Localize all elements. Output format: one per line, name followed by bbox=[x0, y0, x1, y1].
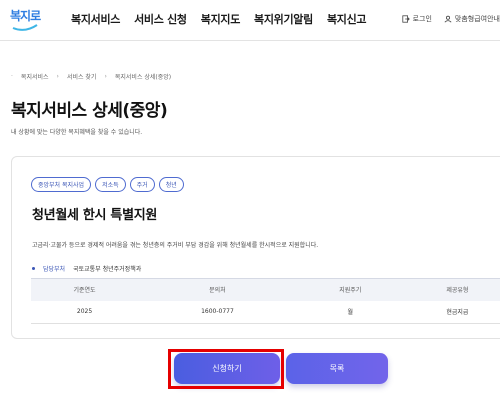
tag-housing[interactable]: 주거 bbox=[129, 177, 155, 192]
column-header-contact: 문의처 bbox=[138, 278, 297, 301]
column-header-year: 기준연도 bbox=[31, 278, 139, 301]
table-row: 2025 1600-0777 월 현금지급 bbox=[31, 300, 500, 324]
department-label: 담당부처 bbox=[43, 266, 66, 273]
column-header-cycle: 지원주기 bbox=[296, 278, 404, 301]
service-title: 청년월세 한시 특별지원 bbox=[32, 208, 158, 223]
service-tags: 중앙부처 복지사업 저소득 주거 청년 bbox=[31, 177, 184, 192]
login-icon bbox=[401, 15, 410, 23]
user-icon bbox=[444, 15, 452, 23]
logo[interactable]: 복지로 bbox=[8, 6, 42, 34]
nav-welfare-map[interactable]: 복지지도 bbox=[201, 11, 241, 27]
nav-crisis-alert[interactable]: 복지위기알림 bbox=[254, 11, 313, 27]
breadcrumb-item-2[interactable]: 서비스 찾기 bbox=[67, 72, 97, 81]
breadcrumb-home-dot: · bbox=[11, 73, 13, 80]
list-button[interactable]: 목록 bbox=[286, 353, 388, 384]
cell-type: 현금지급 bbox=[403, 300, 500, 324]
service-card: 중앙부처 복지사업 저소득 주거 청년 청년월세 한시 특별지원 고금리·고물가… bbox=[11, 156, 500, 339]
user-link[interactable]: 맞춤형급여안내 bbox=[444, 14, 500, 24]
logo-text: 복지로 bbox=[10, 9, 41, 23]
chevron-right-icon: › bbox=[56, 73, 59, 80]
apply-button[interactable]: 신청하기 bbox=[174, 353, 280, 384]
page-title: 복지서비스 상세(중앙) bbox=[11, 101, 168, 121]
login-link[interactable]: 로그인 bbox=[401, 14, 432, 24]
site-header: 복지로 복지서비스 서비스 신청 복지지도 복지위기알림 복지신고 로그인 맞춤… bbox=[0, 0, 500, 41]
nav-welfare-report[interactable]: 복지신고 bbox=[327, 11, 367, 27]
header-utility: 로그인 맞춤형급여안내 bbox=[401, 14, 500, 24]
nav-welfare-service[interactable]: 복지서비스 bbox=[71, 11, 120, 27]
breadcrumb-item-1[interactable]: 복지서비스 bbox=[21, 72, 49, 81]
department-value: 국토교통부 청년주거정책과 bbox=[73, 266, 142, 273]
main-nav: 복지서비스 서비스 신청 복지지도 복지위기알림 복지신고 bbox=[71, 11, 367, 27]
tag-low-income[interactable]: 저소득 bbox=[95, 177, 126, 192]
service-info-table: 기준연도 문의처 지원주기 제공유형 2025 1600-0777 월 현금지급 bbox=[31, 278, 500, 324]
cell-contact: 1600-0777 bbox=[138, 300, 297, 324]
user-label: 맞춤형급여안내 bbox=[454, 15, 500, 23]
department-info: 담당부처 국토교통부 청년주거정책과 bbox=[32, 264, 141, 273]
nav-service-apply[interactable]: 서비스 신청 bbox=[134, 11, 187, 27]
tag-central-ministry[interactable]: 중앙부처 복지사업 bbox=[31, 177, 92, 192]
breadcrumb-item-3: 복지서비스 상세(중앙) bbox=[114, 74, 172, 81]
tag-youth[interactable]: 청년 bbox=[158, 177, 184, 192]
cell-year: 2025 bbox=[31, 300, 139, 324]
cell-cycle: 월 bbox=[296, 300, 404, 324]
chevron-right-icon: › bbox=[104, 73, 107, 80]
page-subtitle: 내 상황에 맞는 다양한 복지혜택을 찾을 수 있습니다. bbox=[11, 129, 143, 136]
column-header-type: 제공유형 bbox=[403, 278, 500, 301]
service-description: 고금리·고물가 등으로 경제적 어려움을 겪는 청년층의 주거비 부담 경감을 … bbox=[32, 242, 319, 249]
bullet-icon bbox=[32, 267, 35, 270]
logo-swoosh-icon bbox=[12, 24, 38, 31]
breadcrumb: · 복지서비스 › 서비스 찾기 › 복지서비스 상세(중앙) bbox=[11, 72, 171, 81]
login-label: 로그인 bbox=[412, 15, 432, 23]
table-header-row: 기준연도 문의처 지원주기 제공유형 bbox=[31, 278, 500, 301]
